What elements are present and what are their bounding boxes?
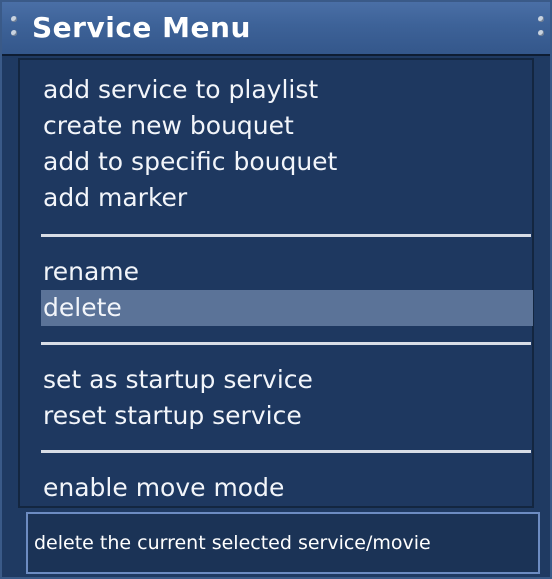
screw-icon (11, 16, 17, 22)
menu-item-reset-startup-service[interactable]: reset startup service (43, 398, 302, 434)
menu-item-rename[interactable]: rename (43, 254, 139, 290)
service-menu-window: Service Menu add service to playlist cre… (0, 0, 552, 579)
menu-item-add-to-specific-bouquet[interactable]: add to specific bouquet (43, 144, 337, 180)
menu-item-delete-selected[interactable]: delete (41, 290, 533, 326)
menu-divider (41, 450, 531, 453)
menu-divider (41, 342, 531, 345)
menu-divider (41, 234, 531, 237)
menu-list: add service to playlist create new bouqu… (18, 58, 534, 508)
menu-item-add-service-to-playlist[interactable]: add service to playlist (43, 72, 318, 108)
menu-item-set-as-startup-service[interactable]: set as startup service (43, 362, 313, 398)
screw-icon (538, 16, 544, 22)
status-description: delete the current selected service/movi… (34, 532, 431, 554)
window-title: Service Menu (32, 11, 251, 44)
menu-item-create-new-bouquet[interactable]: create new bouquet (43, 108, 294, 144)
screw-icon (11, 30, 17, 36)
menu-item-add-marker[interactable]: add marker (43, 180, 187, 216)
screw-icon (538, 30, 544, 36)
status-bar: delete the current selected service/movi… (26, 512, 540, 574)
menu-item-enable-move-mode[interactable]: enable move mode (43, 470, 284, 506)
title-bar: Service Menu (2, 2, 550, 56)
